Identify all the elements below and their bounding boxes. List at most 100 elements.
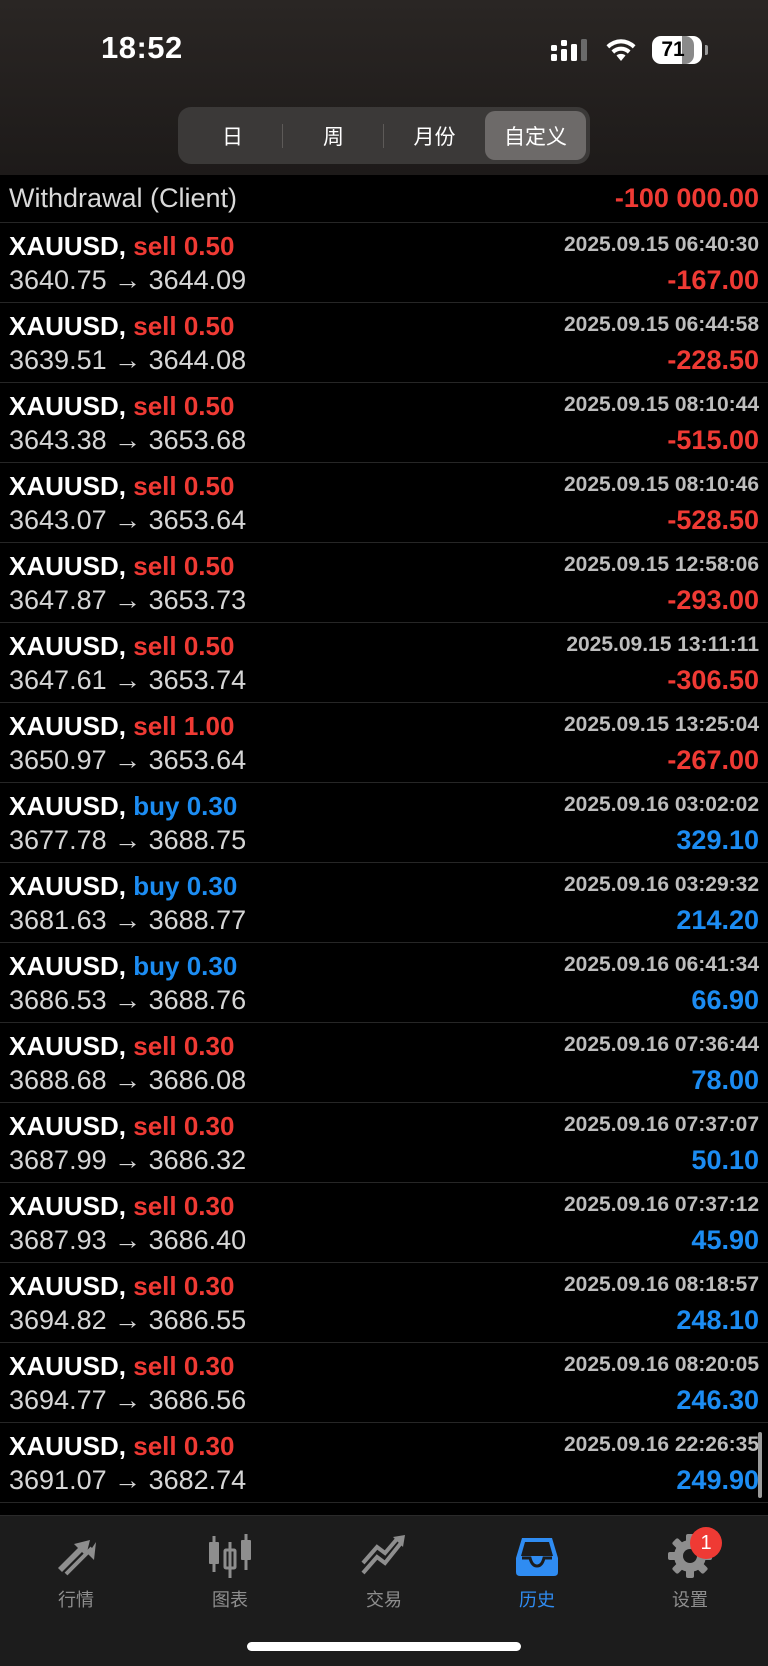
trade-row[interactable]: XAUUSD, sell 0.30 2025.09.16 08:18:57 3694… [0,1263,768,1343]
trade-time: 2025.09.15 08:10:44 [564,393,759,416]
withdrawal-row[interactable]: Withdrawal (Client) -100 000.00 [0,175,768,223]
trade-time: 2025.09.16 07:37:07 [564,1113,759,1136]
trade-title: XAUUSD, sell 0.30 [9,1271,234,1302]
trade-prices: 3677.78 → 3688.75 [9,825,247,855]
status-time: 18:52 [101,30,183,65]
trade-symbol: XAUUSD, [9,871,127,901]
trade-time: 2025.09.16 07:37:12 [564,1193,759,1216]
trade-prices: 3687.93 → 3686.40 [9,1225,247,1255]
trade-prices: 3691.07 → 3682.74 [9,1465,247,1495]
trade-profit: -528.50 [667,505,759,535]
trade-symbol: XAUUSD, [9,631,127,661]
history-list: Withdrawal (Client) -100 000.00 XAUUSD, … [0,175,768,1503]
trade-symbol: XAUUSD, [9,231,127,261]
trade-time: 2025.09.16 06:41:34 [564,953,759,976]
trade-time: 2025.09.15 13:11:11 [566,633,759,656]
trade-title: XAUUSD, buy 0.30 [9,871,237,902]
trade-row[interactable]: XAUUSD, sell 1.00 2025.09.15 13:25:04 3650… [0,703,768,783]
tab-charts[interactable]: 图表 [170,1528,290,1612]
trade-profit: 248.10 [676,1305,759,1335]
trade-symbol: XAUUSD, [9,1271,127,1301]
trade-profit: -515.00 [667,425,759,455]
trade-row[interactable]: XAUUSD, buy 0.30 2025.09.16 06:41:34 3686.… [0,943,768,1023]
trade-prices: 3640.75 → 3644.09 [9,265,247,295]
trade-row[interactable]: XAUUSD, sell 0.50 2025.09.15 08:10:46 3643… [0,463,768,543]
trade-profit: -293.00 [667,585,759,615]
trade-prices: 3647.87 → 3653.73 [9,585,247,615]
trade-row[interactable]: XAUUSD, sell 0.50 2025.09.15 08:10:44 3643… [0,383,768,463]
trade-row[interactable]: XAUUSD, buy 0.30 2025.09.16 03:02:02 3677.… [0,783,768,863]
trade-action: sell 0.50 [133,311,235,341]
trade-symbol: XAUUSD, [9,471,127,501]
trade-action: buy 0.30 [133,871,238,901]
trade-prices: 3643.07 → 3653.64 [9,505,247,535]
segment-week[interactable]: 周 [283,111,384,160]
trade-profit: -228.50 [667,345,759,375]
trade-row[interactable]: XAUUSD, sell 0.50 2025.09.15 13:11:11 3647… [0,623,768,703]
trade-prices: 3687.99 → 3686.32 [9,1145,247,1175]
trade-prices: 3686.53 → 3688.76 [9,985,247,1015]
candlestick-chart-icon [206,1528,254,1584]
trade-row[interactable]: XAUUSD, sell 0.50 2025.09.15 06:44:58 3639… [0,303,768,383]
battery-level: 71 [661,38,685,61]
trade-row[interactable]: XAUUSD, sell 0.30 2025.09.16 07:36:44 3688… [0,1023,768,1103]
cellular-signal-icon [550,38,590,62]
trade-profit: -306.50 [667,665,759,695]
trade-symbol: XAUUSD, [9,1351,127,1381]
trade-profit: 246.30 [676,1385,759,1415]
trade-time: 2025.09.16 07:36:44 [564,1033,759,1056]
trade-title: XAUUSD, sell 0.50 [9,231,234,262]
trade-symbol: XAUUSD, [9,391,127,421]
trade-time: 2025.09.15 06:40:30 [564,233,759,256]
trade-action: sell 0.30 [133,1031,235,1061]
battery-icon: 71 [652,36,708,64]
segment-day[interactable]: 日 [182,111,283,160]
trade-symbol: XAUUSD, [9,1431,127,1461]
trade-time: 2025.09.16 03:29:32 [564,873,759,896]
settings-notification-badge: 1 [690,1527,722,1559]
trade-row[interactable]: XAUUSD, sell 0.30 2025.09.16 07:37:07 3687… [0,1103,768,1183]
trade-trend-icon [359,1528,409,1584]
trade-time: 2025.09.16 03:02:02 [564,793,759,816]
trade-action: sell 0.30 [133,1271,235,1301]
trade-profit: 249.90 [676,1465,759,1495]
trade-prices: 3639.51 → 3644.08 [9,345,247,375]
scroll-indicator[interactable] [758,1432,762,1498]
trade-symbol: XAUUSD, [9,791,127,821]
trade-profit: 66.90 [691,985,759,1015]
tab-trade-label: 交易 [366,1590,402,1611]
trade-profit: 78.00 [691,1065,759,1095]
trade-row[interactable]: XAUUSD, sell 0.30 2025.09.16 08:20:05 3694… [0,1343,768,1423]
trade-time: 2025.09.15 06:44:58 [564,313,759,336]
trade-symbol: XAUUSD, [9,951,127,981]
segment-month[interactable]: 月份 [384,111,485,160]
trade-time: 2025.09.15 12:58:06 [564,553,759,576]
trade-profit: 214.20 [676,905,759,935]
tab-quotes-label: 行情 [58,1590,94,1611]
trade-profit: 45.90 [691,1225,759,1255]
trade-row[interactable]: XAUUSD, sell 0.50 2025.09.15 06:40:30 3640… [0,223,768,303]
trade-row[interactable]: XAUUSD, sell 0.30 2025.09.16 22:26:35 3691… [0,1423,768,1503]
home-indicator[interactable] [247,1642,521,1651]
trade-symbol: XAUUSD, [9,551,127,581]
trade-row[interactable]: XAUUSD, buy 0.30 2025.09.16 03:29:32 3681.… [0,863,768,943]
trade-profit: -267.00 [667,745,759,775]
trade-action: sell 0.50 [133,231,235,261]
trade-title: XAUUSD, sell 0.50 [9,551,234,582]
tab-quotes[interactable]: 行情 [16,1528,136,1612]
tab-history[interactable]: 历史 [477,1528,597,1612]
trade-symbol: XAUUSD, [9,711,127,741]
tab-settings[interactable]: 设置 1 [630,1527,750,1612]
trade-action: sell 0.50 [133,551,235,581]
trade-row[interactable]: XAUUSD, sell 0.50 2025.09.15 12:58:06 3647… [0,543,768,623]
trade-title: XAUUSD, sell 0.50 [9,471,234,502]
trade-profit: 50.10 [691,1145,759,1175]
trade-symbol: XAUUSD, [9,1031,127,1061]
trade-row[interactable]: XAUUSD, sell 0.30 2025.09.16 07:37:12 3687… [0,1183,768,1263]
wifi-icon [604,37,638,63]
trade-action: buy 0.30 [133,951,238,981]
segment-custom[interactable]: 自定义 [485,111,586,160]
trade-title: XAUUSD, sell 0.50 [9,391,234,422]
tab-trade[interactable]: 交易 [324,1528,444,1612]
trade-prices: 3681.63 → 3688.77 [9,905,247,935]
